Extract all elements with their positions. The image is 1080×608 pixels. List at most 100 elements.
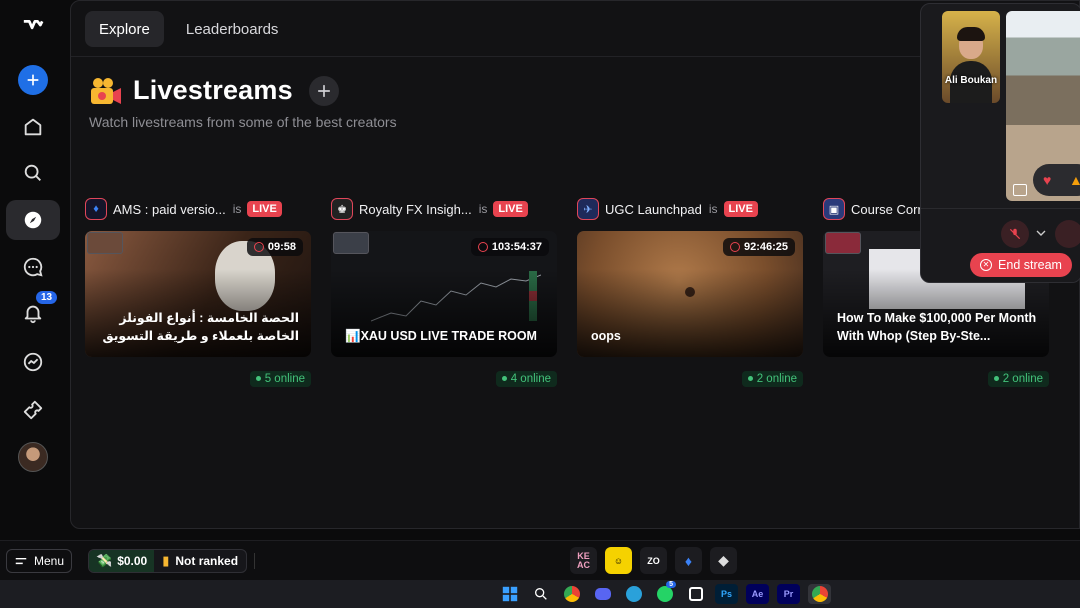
stream-thumbnail[interactable]: 103:54:37 📊XAU USD LIVE TRADE ROOM — [331, 231, 557, 357]
live-broadcast-panel[interactable]: Ali Boukan ♥ ▲ ✕ End stream — [920, 3, 1080, 283]
mic-options-chevron-down-icon[interactable] — [1033, 225, 1049, 246]
wallet-status[interactable]: 💸 $0.00 ▮ Not ranked — [88, 549, 248, 573]
livestream-card[interactable]: ♚ Royalty FX Insigh... is LIVE 103:54:37… — [331, 197, 559, 387]
participant-video[interactable] — [942, 11, 1000, 103]
compass-icon — [24, 211, 42, 229]
bell-icon — [24, 305, 42, 324]
search-icon — [24, 164, 41, 181]
chart-icon — [23, 352, 43, 372]
online-dot-icon — [747, 376, 753, 382]
online-count-text: 2 online — [1002, 373, 1043, 385]
stream-thumbnail[interactable]: 92:46:25 oops — [577, 231, 803, 357]
menu-button[interactable]: Menu — [6, 549, 73, 573]
camera-icon — [89, 76, 123, 106]
ethereum-icon[interactable]: ◆ — [710, 547, 737, 574]
heart-icon[interactable]: ♥ — [1043, 172, 1051, 188]
page-subtitle: Watch livestreams from some of the best … — [89, 114, 397, 130]
whatsapp-icon[interactable]: 5 — [653, 581, 676, 604]
photoshop-icon[interactable]: Ps — [715, 584, 738, 604]
online-dot-icon — [255, 376, 261, 382]
add-livestream-button[interactable] — [308, 75, 339, 106]
clock-icon — [253, 242, 264, 252]
is-label: is — [232, 202, 242, 216]
reactions-bar[interactable]: ♥ ▲ — [1033, 164, 1080, 196]
mini-preview — [87, 232, 123, 254]
app-ke-ac-icon[interactable]: KE AC — [570, 547, 597, 574]
create-button[interactable] — [6, 60, 60, 100]
camera-off-icon[interactable] — [1055, 220, 1080, 248]
home-button[interactable] — [6, 107, 60, 147]
whatsapp-badge: 5 — [666, 581, 676, 588]
channel-name[interactable]: Course Corr — [851, 202, 922, 217]
rank[interactable]: ▮ Not ranked — [154, 553, 246, 569]
channel-logo-icon: ♚ — [331, 198, 353, 220]
app-zo-icon[interactable]: ZO — [640, 547, 667, 574]
channel-name[interactable]: UGC Launchpad — [605, 202, 702, 217]
duration-badge: 103:54:37 — [470, 238, 549, 256]
whop-logo-icon[interactable] — [6, 6, 60, 46]
channel-name[interactable]: AMS : paid versio... — [113, 202, 226, 217]
is-label: is — [708, 202, 718, 216]
fire-icon[interactable]: ▲ — [1069, 172, 1080, 188]
channel-logo-icon: ♦ — [85, 198, 107, 220]
channel-name[interactable]: Royalty FX Insigh... — [359, 202, 472, 217]
plus-icon — [18, 65, 48, 95]
online-count-text: 4 online — [510, 373, 551, 385]
telegram-icon[interactable] — [622, 584, 645, 604]
search-button[interactable] — [6, 153, 60, 193]
chrome-active-icon[interactable] — [808, 584, 831, 604]
avatar — [18, 442, 48, 472]
tickets-button[interactable] — [6, 390, 60, 430]
chat-button[interactable] — [6, 247, 60, 287]
chrome-icon[interactable] — [560, 584, 583, 604]
blue-diamond-icon[interactable]: ♦ — [675, 547, 702, 574]
stream-thumbnail[interactable]: 09:58 الحصة الخامسة : أنواع الفونلز الخا… — [85, 231, 311, 357]
tab-bar: Explore Leaderboards — [85, 11, 292, 47]
app-window: 13 Explore Leaderboards Livestreams Watc… — [0, 0, 1080, 540]
is-label: is — [478, 202, 488, 216]
explore-button[interactable] — [6, 200, 60, 240]
livestream-card[interactable]: ♦ AMS : paid versio... is LIVE 09:58 الح… — [85, 197, 313, 387]
menu-icon — [15, 557, 27, 565]
end-stream-button[interactable]: ✕ End stream — [970, 253, 1072, 277]
menu-label: Menu — [34, 554, 65, 568]
trophy-icon: ▮ — [162, 553, 170, 568]
capcut-icon[interactable] — [684, 584, 707, 604]
card-header: ♚ Royalty FX Insigh... is LIVE — [331, 197, 559, 221]
tab-leaderboards[interactable]: Leaderboards — [172, 11, 293, 47]
duration-badge: 92:46:25 — [722, 238, 795, 256]
discord-icon[interactable] — [591, 584, 614, 604]
page-title: Livestreams — [133, 75, 293, 105]
participant-name: Ali Boukan — [944, 75, 998, 86]
livestream-card[interactable]: ✈ UGC Launchpad is LIVE 92:46:25 oops 2 … — [577, 197, 805, 387]
chat-icon — [23, 257, 43, 277]
stream-title: oops — [591, 329, 621, 343]
share-icon[interactable] — [1013, 184, 1027, 196]
card-header: ✈ UGC Launchpad is LIVE — [577, 197, 805, 221]
stream-title: How To Make $100,000 Per Month With Whop… — [837, 311, 1037, 343]
app-yellow-icon[interactable]: ☺ — [605, 547, 632, 574]
close-icon: ✕ — [980, 259, 993, 271]
balance[interactable]: 💸 $0.00 — [89, 550, 155, 572]
stream-title: الحصة الخامسة : أنواع الفونلز الخاصة بلع… — [102, 311, 299, 343]
tab-explore[interactable]: Explore — [85, 11, 164, 47]
analytics-button[interactable] — [6, 342, 60, 382]
after-effects-icon[interactable]: Ae — [746, 584, 769, 604]
divider — [254, 553, 255, 569]
section-header: Livestreams — [89, 75, 339, 106]
notification-count-badge: 13 — [36, 291, 58, 304]
mute-mic-button[interactable] — [1001, 220, 1029, 248]
online-count: 2 online — [741, 371, 803, 387]
notifications-button[interactable]: 13 — [6, 291, 60, 333]
premiere-icon[interactable]: Pr — [777, 584, 800, 604]
balance-value: $0.00 — [117, 554, 148, 568]
online-dot-icon — [501, 376, 507, 382]
card-header: ♦ AMS : paid versio... is LIVE — [85, 197, 313, 221]
rocket-icon: ✈ — [577, 198, 599, 220]
profile-button[interactable] — [6, 437, 60, 477]
windows-start-icon[interactable] — [498, 584, 521, 604]
live-badge: LIVE — [723, 201, 758, 217]
online-count-text: 5 online — [264, 373, 305, 385]
search-icon[interactable] — [529, 584, 552, 604]
bottom-bar: Menu 💸 $0.00 ▮ Not ranked KE AC ☺ ZO ♦ ◆ — [0, 540, 1080, 580]
